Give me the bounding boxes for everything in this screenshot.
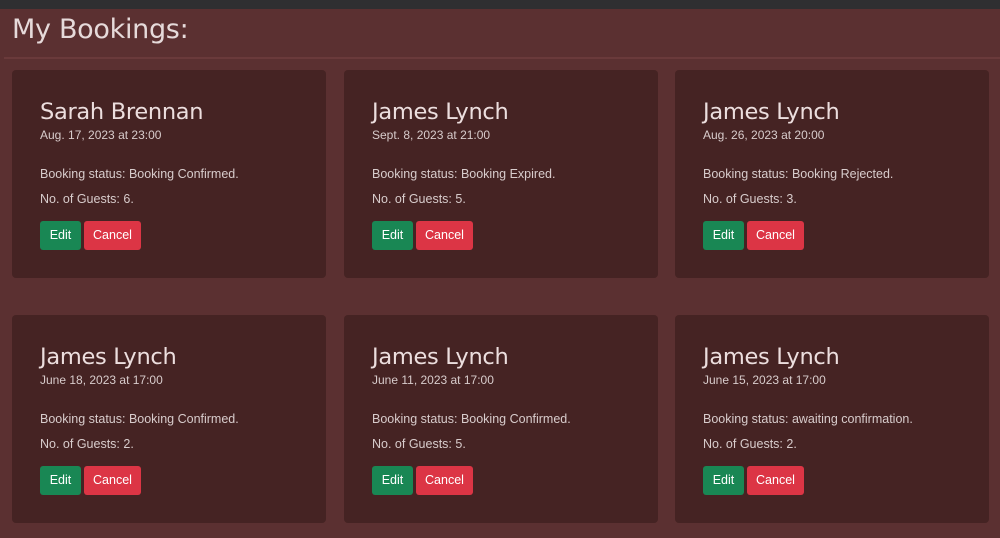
cancel-button[interactable]: Cancel xyxy=(747,221,804,250)
cancel-button[interactable]: Cancel xyxy=(84,466,141,495)
booking-guests: No. of Guests: 6. xyxy=(40,192,134,206)
booking-status: Booking status: awaiting confirmation. xyxy=(703,412,913,426)
booking-name: James Lynch xyxy=(40,344,177,370)
booking-card: James Lynch June 11, 2023 at 17:00 Booki… xyxy=(344,315,658,523)
cancel-button[interactable]: Cancel xyxy=(747,466,804,495)
booking-name: James Lynch xyxy=(372,344,509,370)
booking-datetime: June 11, 2023 at 17:00 xyxy=(372,373,494,387)
booking-status: Booking status: Booking Confirmed. xyxy=(40,412,239,426)
cancel-button[interactable]: Cancel xyxy=(416,466,473,495)
cancel-button[interactable]: Cancel xyxy=(84,221,141,250)
booking-guests: No. of Guests: 2. xyxy=(703,437,797,451)
booking-datetime: Aug. 26, 2023 at 20:00 xyxy=(703,128,825,142)
booking-guests: No. of Guests: 3. xyxy=(703,192,797,206)
booking-name: James Lynch xyxy=(703,99,840,125)
page-title: My Bookings: xyxy=(12,14,189,45)
booking-datetime: June 18, 2023 at 17:00 xyxy=(40,373,163,387)
edit-button[interactable]: Edit xyxy=(372,466,413,495)
booking-status: Booking status: Booking Confirmed. xyxy=(372,412,571,426)
booking-datetime: Sept. 8, 2023 at 21:00 xyxy=(372,128,491,142)
top-nav-bar xyxy=(0,0,1000,9)
title-divider xyxy=(4,57,1000,59)
booking-actions: Edit Cancel xyxy=(372,466,630,495)
booking-card: James Lynch Sept. 8, 2023 at 21:00 Booki… xyxy=(344,70,658,278)
booking-datetime: Aug. 17, 2023 at 23:00 xyxy=(40,128,162,142)
booking-actions: Edit Cancel xyxy=(372,221,630,250)
booking-actions: Edit Cancel xyxy=(703,466,961,495)
booking-actions: Edit Cancel xyxy=(40,221,298,250)
booking-status: Booking status: Booking Confirmed. xyxy=(40,167,239,181)
edit-button[interactable]: Edit xyxy=(703,466,744,495)
booking-card: James Lynch Aug. 26, 2023 at 20:00 Booki… xyxy=(675,70,989,278)
booking-guests: No. of Guests: 5. xyxy=(372,192,466,206)
booking-card: Sarah Brennan Aug. 17, 2023 at 23:00 Boo… xyxy=(12,70,326,278)
booking-datetime: June 15, 2023 at 17:00 xyxy=(703,373,826,387)
booking-actions: Edit Cancel xyxy=(40,466,298,495)
booking-guests: No. of Guests: 2. xyxy=(40,437,134,451)
booking-status: Booking status: Booking Rejected. xyxy=(703,167,894,181)
booking-name: James Lynch xyxy=(372,99,509,125)
booking-card: James Lynch June 15, 2023 at 17:00 Booki… xyxy=(675,315,989,523)
edit-button[interactable]: Edit xyxy=(372,221,413,250)
booking-name: Sarah Brennan xyxy=(40,99,204,125)
cancel-button[interactable]: Cancel xyxy=(416,221,473,250)
edit-button[interactable]: Edit xyxy=(703,221,744,250)
booking-status: Booking status: Booking Expired. xyxy=(372,167,556,181)
booking-guests: No. of Guests: 5. xyxy=(372,437,466,451)
edit-button[interactable]: Edit xyxy=(40,221,81,250)
booking-card: James Lynch June 18, 2023 at 17:00 Booki… xyxy=(12,315,326,523)
edit-button[interactable]: Edit xyxy=(40,466,81,495)
booking-actions: Edit Cancel xyxy=(703,221,961,250)
booking-name: James Lynch xyxy=(703,344,840,370)
